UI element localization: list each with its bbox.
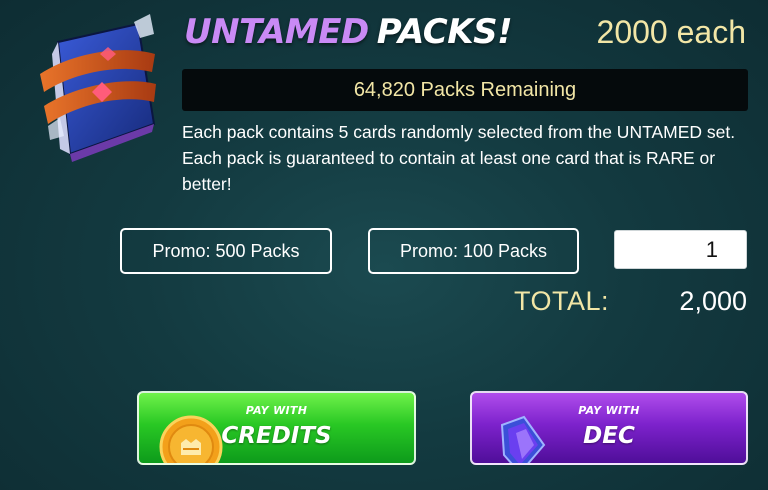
dec-label: DEC (583, 423, 635, 449)
total-value: 2,000 (679, 286, 747, 316)
quantity-input[interactable] (614, 230, 747, 269)
packs-remaining-bar: 64,820 Packs Remaining (182, 69, 748, 111)
total-label: TOTAL: (514, 286, 610, 316)
pay-with-label: PAY WITH (245, 404, 308, 417)
pay-with-credits-button[interactable]: PAY WITH CREDITS (137, 391, 416, 465)
page-title: UNTAMED PACKS! (184, 12, 513, 52)
pay-with-dec-button[interactable]: PAY WITH DEC (470, 391, 748, 465)
promo-500-packs-button[interactable]: Promo: 500 Packs (120, 228, 332, 274)
pack-image (30, 14, 160, 164)
pack-description: Each pack contains 5 cards randomly sele… (182, 122, 736, 194)
pay-with-label: PAY WITH (578, 404, 640, 417)
title-packs: PACKS! (376, 12, 513, 52)
price-each: 2000 each (596, 14, 746, 50)
packs-remaining-text: 64,820 Packs Remaining (353, 78, 577, 101)
promo-100-packs-button[interactable]: Promo: 100 Packs (368, 228, 579, 274)
title-untamed: UNTAMED (184, 12, 369, 52)
credits-label: CREDITS (221, 423, 332, 449)
